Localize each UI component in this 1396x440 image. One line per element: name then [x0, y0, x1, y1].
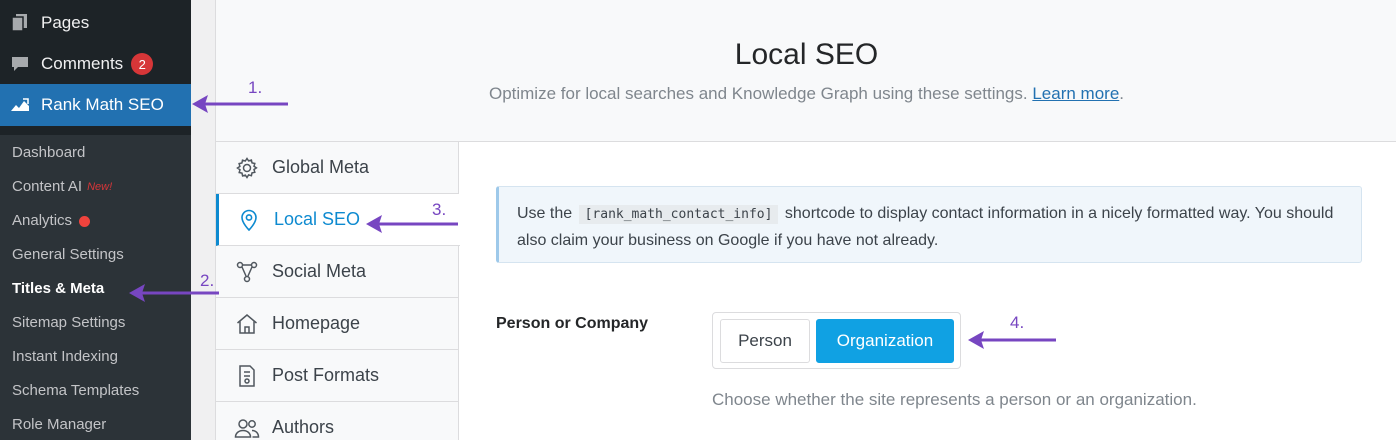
submenu-role-manager[interactable]: Role Manager — [12, 415, 106, 435]
submenu-titles-meta[interactable]: Titles & Meta — [12, 279, 104, 299]
person-option-button[interactable]: Person — [720, 319, 810, 363]
annotation-arrow-1 — [192, 95, 288, 113]
submenu-content-ai[interactable]: Content AI New! — [12, 177, 112, 197]
subtitle-text: Optimize for local searches and Knowledg… — [488, 84, 1028, 103]
submenu-label: Sitemap Settings — [12, 314, 126, 331]
gear-icon — [234, 156, 260, 180]
submenu-label: Content AI — [12, 178, 83, 195]
notice-text-before: Use the — [517, 205, 573, 222]
tab-label: Social Meta — [272, 261, 367, 281]
tab-label: Post Formats — [272, 365, 380, 385]
shortcode-code: [rank_math_contact_info] — [578, 205, 779, 224]
tab-post-formats[interactable]: Post Formats — [216, 350, 459, 402]
organization-option-button[interactable]: Organization — [816, 319, 954, 363]
person-company-description: Choose whether the site represents a per… — [712, 390, 1197, 409]
shortcode-notice: Use the [rank_math_contact_info] shortco… — [496, 186, 1362, 263]
tab-label: Homepage — [272, 313, 361, 333]
submenu-label: Role Manager — [12, 416, 107, 433]
page-header: Local SEO Optimize for local searches an… — [216, 0, 1396, 142]
new-tag: New! — [87, 181, 113, 193]
annotation-arrow-4 — [968, 331, 1056, 349]
subtitle-period: . — [1119, 84, 1125, 103]
comments-count-badge: 2 — [131, 53, 154, 75]
submenu-schema-templates[interactable]: Schema Templates — [12, 381, 139, 401]
submenu-label: Dashboard — [12, 144, 86, 161]
users-icon — [234, 416, 260, 440]
submenu-dashboard[interactable]: Dashboard — [12, 143, 85, 163]
menu-item-rank-math-seo[interactable]: Rank Math SEO — [0, 84, 191, 126]
location-pin-icon — [236, 208, 262, 232]
menu-item-pages[interactable]: Pages — [0, 2, 191, 44]
submenu-label: Instant Indexing — [12, 348, 118, 365]
tab-label: Authors — [272, 417, 335, 437]
share-icon — [234, 260, 260, 284]
submenu-label: Schema Templates — [12, 382, 140, 399]
learn-more-link[interactable]: Learn more — [1032, 84, 1119, 103]
pages-icon — [10, 13, 30, 33]
settings-tabs: Global Meta Local SEO Social Meta Homepa… — [216, 142, 460, 440]
tab-label: Local SEO — [274, 209, 361, 229]
person-company-toggle: Person Organization — [712, 312, 961, 369]
annotation-arrow-2 — [129, 284, 219, 302]
content-gutter — [191, 0, 215, 440]
submenu-analytics[interactable]: Analytics — [12, 211, 91, 231]
submenu-label: General Settings — [12, 246, 124, 263]
notification-dot-icon — [79, 215, 91, 227]
page-title: Local SEO — [734, 38, 879, 71]
menu-item-label: Pages — [41, 13, 90, 32]
menu-item-label: Comments — [41, 54, 124, 73]
menu-item-label: Rank Math SEO — [41, 95, 164, 114]
admin-sidebar: Pages Comments 2 Rank Math SEO Dashboard… — [0, 0, 191, 440]
submenu-sitemap-settings[interactable]: Sitemap Settings — [12, 313, 125, 333]
tab-homepage[interactable]: Homepage — [216, 298, 459, 350]
submenu-instant-indexing[interactable]: Instant Indexing — [12, 347, 118, 367]
document-icon — [234, 364, 260, 388]
menu-item-comments[interactable]: Comments 2 — [0, 43, 191, 85]
tab-global-meta[interactable]: Global Meta — [216, 142, 459, 194]
tab-authors[interactable]: Authors — [216, 402, 459, 440]
submenu-general-settings[interactable]: General Settings — [12, 245, 124, 265]
page-subtitle: Optimize for local searches and Knowledg… — [216, 84, 1396, 104]
home-icon — [234, 312, 260, 336]
tab-label: Global Meta — [272, 157, 370, 177]
submenu-label: Titles & Meta — [12, 280, 105, 297]
annotation-arrow-3 — [366, 215, 458, 233]
tab-social-meta[interactable]: Social Meta — [216, 246, 459, 298]
comments-icon — [10, 55, 30, 73]
person-or-company-label: Person or Company — [496, 315, 649, 332]
submenu-label: Analytics — [12, 212, 73, 229]
rank-math-icon — [10, 97, 30, 113]
